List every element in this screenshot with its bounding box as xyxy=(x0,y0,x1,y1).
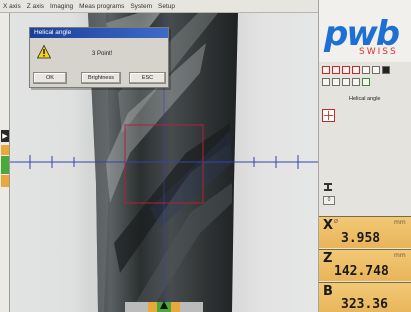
box-tool-icon[interactable] xyxy=(362,66,370,74)
frame-tool-icon[interactable] xyxy=(342,66,350,74)
logo-wordmark: pwb xyxy=(324,14,400,54)
z-axis-display: Z mm 142.748 xyxy=(319,249,411,281)
helical-mode-icon[interactable] xyxy=(322,109,335,122)
dialog-message: 3 Point! xyxy=(92,51,113,57)
logo-subtitle: SWISS xyxy=(359,47,398,57)
menu-imaging[interactable]: Imaging xyxy=(47,3,76,10)
axis-value: 3.958 xyxy=(341,231,381,246)
menu-system[interactable]: System xyxy=(127,3,155,10)
menu-x-axis[interactable]: X axis xyxy=(0,3,24,10)
axis-unit: mm xyxy=(394,252,406,259)
left-indicator-strip: ▶ xyxy=(0,13,10,312)
right-control-panel: pwb SWISS Helical angle 0 X Ø mm 3.958 Z… xyxy=(318,0,411,312)
grid-tool-icon[interactable] xyxy=(322,66,330,74)
menu-bar: X axis Z axis Imaging Meas programs Syst… xyxy=(0,0,318,13)
strip-segment xyxy=(1,156,9,174)
move-tool-icon[interactable] xyxy=(322,78,330,86)
rect-tool-icon[interactable] xyxy=(332,66,340,74)
toolbar-row-1 xyxy=(322,66,390,74)
b-axis-display: B 323.36 xyxy=(319,282,411,312)
stand-icon[interactable] xyxy=(323,182,333,192)
target-tool-icon[interactable] xyxy=(362,78,370,86)
strip-segment xyxy=(1,145,9,155)
helical-angle-dialog: Helical angle 3 Point! OK Brightness ESC xyxy=(29,27,169,88)
axis-letter: Z xyxy=(323,251,333,266)
axis-value: 323.36 xyxy=(341,297,388,312)
mode-label: Helical angle xyxy=(349,96,381,102)
axis-letter: X xyxy=(323,218,334,233)
x-axis-display: X Ø mm 3.958 xyxy=(319,216,411,248)
toolbar-row-2 xyxy=(322,78,370,86)
rotate-tool-icon[interactable] xyxy=(332,78,340,86)
line-tool-icon[interactable] xyxy=(342,78,350,86)
brand-logo: pwb SWISS xyxy=(319,0,411,62)
counter-box[interactable]: 0 xyxy=(323,196,335,205)
axis-value: 142.748 xyxy=(334,264,389,279)
menu-meas-programs[interactable]: Meas programs xyxy=(76,3,127,10)
strip-segment xyxy=(1,175,9,187)
menu-setup[interactable]: Setup xyxy=(155,3,178,10)
axis-diameter-sign: Ø xyxy=(334,219,338,225)
dialog-title: Helical angle xyxy=(30,28,168,38)
warning-icon xyxy=(37,45,51,59)
ok-button[interactable]: OK xyxy=(33,72,67,84)
zoom-tool-icon[interactable] xyxy=(372,66,380,74)
play-arrow-icon[interactable]: ▶ xyxy=(1,130,9,142)
brightness-button[interactable]: Brightness xyxy=(81,72,121,84)
axis-letter: B xyxy=(323,284,333,299)
arrow-tool-icon[interactable] xyxy=(352,78,360,86)
contrast-tool-icon[interactable] xyxy=(382,66,390,74)
axis-unit: mm xyxy=(394,219,406,226)
cross-tool-icon[interactable] xyxy=(352,66,360,74)
menu-z-axis[interactable]: Z axis xyxy=(24,3,47,10)
esc-button[interactable]: ESC xyxy=(129,72,166,84)
